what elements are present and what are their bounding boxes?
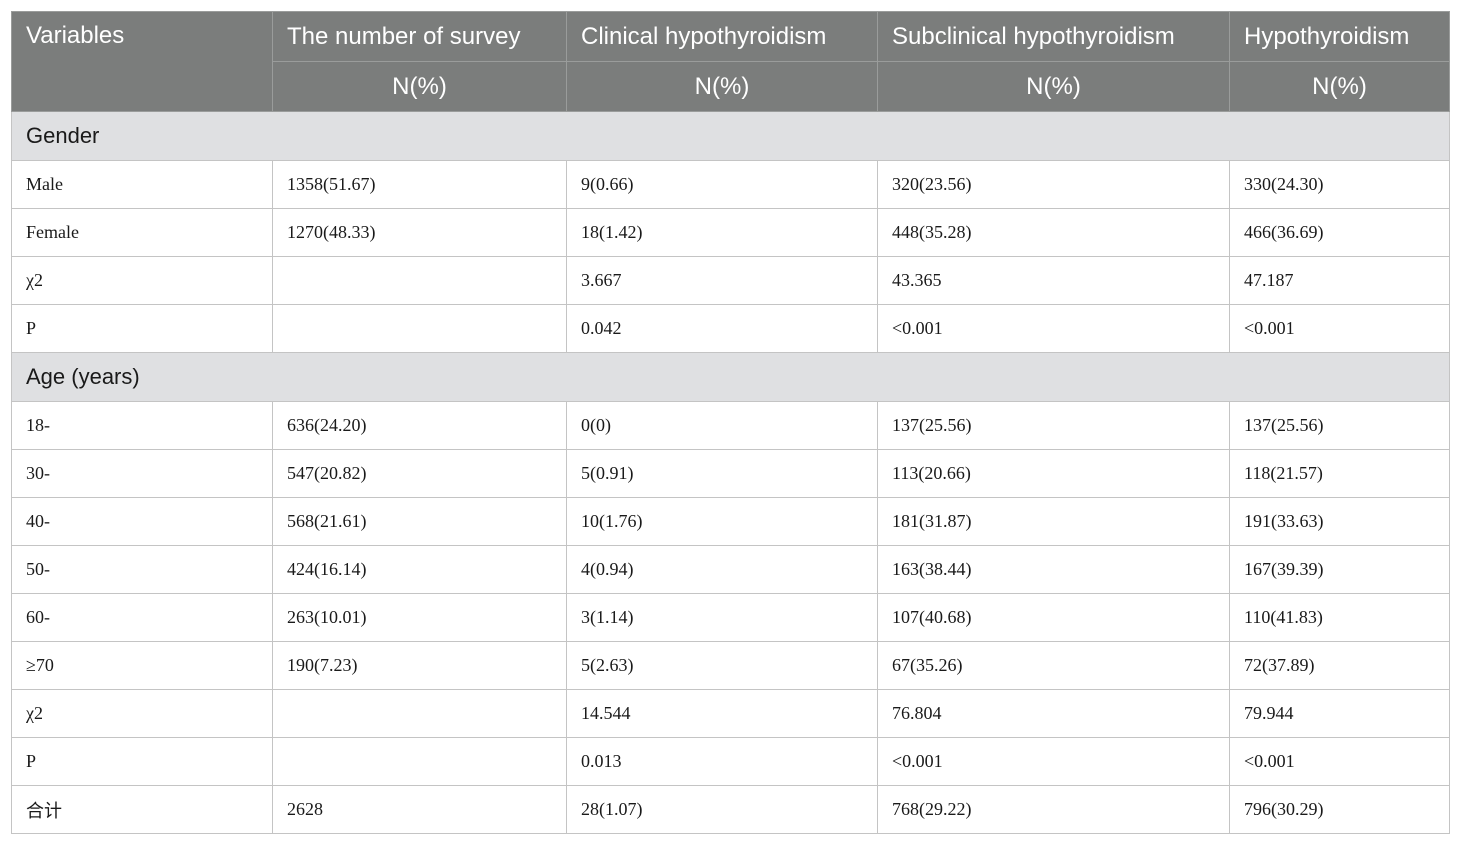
row-label: 60- bbox=[11, 593, 273, 642]
cell-clinical: 0.013 bbox=[566, 737, 878, 786]
cell-subclinical: <0.001 bbox=[877, 304, 1230, 353]
cell-clinical: 4(0.94) bbox=[566, 545, 878, 594]
cell-clinical: 3.667 bbox=[566, 256, 878, 305]
table-row: 60- 263(10.01) 3(1.14) 107(40.68) 110(41… bbox=[11, 593, 1450, 642]
cell-survey: 547(20.82) bbox=[272, 449, 567, 498]
row-label: P bbox=[11, 304, 273, 353]
section-title: Gender bbox=[11, 111, 1450, 161]
row-label: χ2 bbox=[11, 256, 273, 305]
cell-survey: 263(10.01) bbox=[272, 593, 567, 642]
cell-clinical: 3(1.14) bbox=[566, 593, 878, 642]
table-row: P 0.042 <0.001 <0.001 bbox=[11, 304, 1450, 353]
hypothyroidism-table: Variables The number of survey Clinical … bbox=[11, 11, 1450, 834]
cell-hypothyroidism: 167(39.39) bbox=[1229, 545, 1450, 594]
cell-survey: 1270(48.33) bbox=[272, 208, 567, 257]
cell-clinical: 28(1.07) bbox=[566, 785, 878, 834]
table-row: 18- 636(24.20) 0(0) 137(25.56) 137(25.56… bbox=[11, 401, 1450, 450]
column-header-survey: The number of survey bbox=[272, 11, 567, 62]
cell-hypothyroidism: 110(41.83) bbox=[1229, 593, 1450, 642]
section-row-gender: Gender bbox=[11, 111, 1450, 161]
cell-clinical: 10(1.76) bbox=[566, 497, 878, 546]
cell-hypothyroidism: 191(33.63) bbox=[1229, 497, 1450, 546]
cell-survey: 424(16.14) bbox=[272, 545, 567, 594]
column-header-hypothyroidism: Hypothyroidism bbox=[1229, 11, 1450, 62]
cell-clinical: 18(1.42) bbox=[566, 208, 878, 257]
table-row: P 0.013 <0.001 <0.001 bbox=[11, 737, 1450, 786]
table-row: 30- 547(20.82) 5(0.91) 113(20.66) 118(21… bbox=[11, 449, 1450, 498]
cell-hypothyroidism: 796(30.29) bbox=[1229, 785, 1450, 834]
cell-survey: 1358(51.67) bbox=[272, 160, 567, 209]
subheader-clinical: N(%) bbox=[566, 61, 878, 112]
cell-survey: 190(7.23) bbox=[272, 641, 567, 690]
cell-clinical: 9(0.66) bbox=[566, 160, 878, 209]
cell-survey bbox=[272, 256, 567, 305]
row-label: 40- bbox=[11, 497, 273, 546]
column-header-clinical: Clinical hypothyroidism bbox=[566, 11, 878, 62]
cell-survey: 636(24.20) bbox=[272, 401, 567, 450]
column-header-variables: Variables bbox=[11, 11, 273, 112]
subheader-survey: N(%) bbox=[272, 61, 567, 112]
row-label: 30- bbox=[11, 449, 273, 498]
cell-subclinical: 768(29.22) bbox=[877, 785, 1230, 834]
table-row: χ2 3.667 43.365 47.187 bbox=[11, 256, 1450, 305]
cell-subclinical: 107(40.68) bbox=[877, 593, 1230, 642]
table-body: Gender Male 1358(51.67) 9(0.66) 320(23.5… bbox=[11, 111, 1450, 834]
data-table-container: Variables The number of survey Clinical … bbox=[11, 11, 1450, 834]
cell-subclinical: 43.365 bbox=[877, 256, 1230, 305]
cell-clinical: 0.042 bbox=[566, 304, 878, 353]
cell-hypothyroidism: 137(25.56) bbox=[1229, 401, 1450, 450]
cell-hypothyroidism: 118(21.57) bbox=[1229, 449, 1450, 498]
cell-survey bbox=[272, 689, 567, 738]
cell-hypothyroidism: 466(36.69) bbox=[1229, 208, 1450, 257]
cell-subclinical: 113(20.66) bbox=[877, 449, 1230, 498]
row-label: P bbox=[11, 737, 273, 786]
table-row: Male 1358(51.67) 9(0.66) 320(23.56) 330(… bbox=[11, 160, 1450, 209]
cell-survey: 2628 bbox=[272, 785, 567, 834]
cell-hypothyroidism: <0.001 bbox=[1229, 737, 1450, 786]
table-header: Variables The number of survey Clinical … bbox=[11, 11, 1450, 112]
column-header-subclinical: Subclinical hypothyroidism bbox=[877, 11, 1230, 62]
cell-subclinical: <0.001 bbox=[877, 737, 1230, 786]
header-row: Variables The number of survey Clinical … bbox=[11, 11, 1450, 112]
cell-subclinical: 181(31.87) bbox=[877, 497, 1230, 546]
row-label: ≥70 bbox=[11, 641, 273, 690]
cell-hypothyroidism: 47.187 bbox=[1229, 256, 1450, 305]
cell-hypothyroidism: <0.001 bbox=[1229, 304, 1450, 353]
cell-survey bbox=[272, 304, 567, 353]
table-row: 40- 568(21.61) 10(1.76) 181(31.87) 191(3… bbox=[11, 497, 1450, 546]
row-label: Male bbox=[11, 160, 273, 209]
cell-clinical: 14.544 bbox=[566, 689, 878, 738]
section-title: Age (years) bbox=[11, 352, 1450, 402]
cell-subclinical: 320(23.56) bbox=[877, 160, 1230, 209]
cell-hypothyroidism: 79.944 bbox=[1229, 689, 1450, 738]
cell-subclinical: 448(35.28) bbox=[877, 208, 1230, 257]
cell-hypothyroidism: 72(37.89) bbox=[1229, 641, 1450, 690]
row-label: 18- bbox=[11, 401, 273, 450]
cell-subclinical: 67(35.26) bbox=[877, 641, 1230, 690]
cell-hypothyroidism: 330(24.30) bbox=[1229, 160, 1450, 209]
cell-clinical: 5(2.63) bbox=[566, 641, 878, 690]
cell-clinical: 0(0) bbox=[566, 401, 878, 450]
total-row: 合计 2628 28(1.07) 768(29.22) 796(30.29) bbox=[11, 785, 1450, 834]
row-label: χ2 bbox=[11, 689, 273, 738]
row-label: Female bbox=[11, 208, 273, 257]
table-row: 50- 424(16.14) 4(0.94) 163(38.44) 167(39… bbox=[11, 545, 1450, 594]
cell-survey: 568(21.61) bbox=[272, 497, 567, 546]
cell-subclinical: 137(25.56) bbox=[877, 401, 1230, 450]
table-row: χ2 14.544 76.804 79.944 bbox=[11, 689, 1450, 738]
row-label: 50- bbox=[11, 545, 273, 594]
cell-clinical: 5(0.91) bbox=[566, 449, 878, 498]
cell-subclinical: 163(38.44) bbox=[877, 545, 1230, 594]
row-label: 合计 bbox=[11, 785, 273, 834]
table-row: ≥70 190(7.23) 5(2.63) 67(35.26) 72(37.89… bbox=[11, 641, 1450, 690]
cell-subclinical: 76.804 bbox=[877, 689, 1230, 738]
section-row-age: Age (years) bbox=[11, 352, 1450, 402]
subheader-subclinical: N(%) bbox=[877, 61, 1230, 112]
cell-survey bbox=[272, 737, 567, 786]
table-row: Female 1270(48.33) 18(1.42) 448(35.28) 4… bbox=[11, 208, 1450, 257]
subheader-hypothyroidism: N(%) bbox=[1229, 61, 1450, 112]
